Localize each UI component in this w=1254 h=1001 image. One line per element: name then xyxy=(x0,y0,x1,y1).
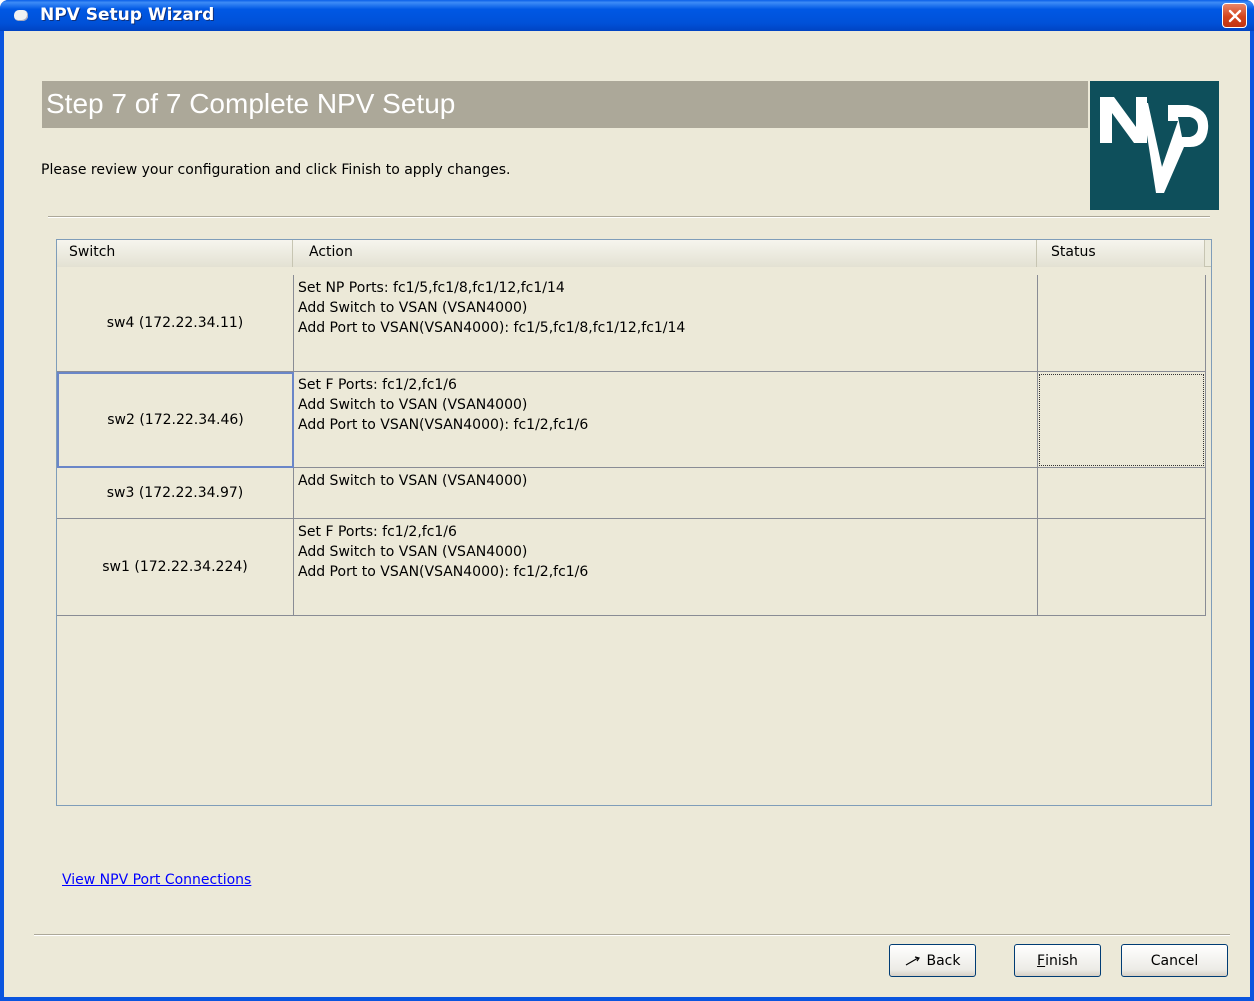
column-header-status[interactable]: Status xyxy=(1037,240,1205,267)
switch-cell[interactable]: sw3 (172.22.34.97) xyxy=(57,468,294,519)
step-banner: Step 7 of 7 Complete NPV Setup xyxy=(42,81,1088,128)
npv-logo xyxy=(1090,81,1219,210)
finish-mnemonic: F xyxy=(1037,952,1046,969)
column-header-switch[interactable]: Switch xyxy=(57,240,293,267)
title-bar[interactable]: NPV Setup Wizard xyxy=(0,0,1254,31)
action-cell[interactable]: Add Switch to VSAN (VSAN4000) xyxy=(294,468,1037,519)
finish-button[interactable]: Finish xyxy=(1014,944,1101,977)
view-npv-port-connections-link[interactable]: View NPV Port Connections xyxy=(62,872,251,888)
app-icon xyxy=(14,10,28,21)
close-icon xyxy=(1228,9,1242,23)
cancel-button-label: Cancel xyxy=(1150,952,1199,969)
action-cell[interactable]: Set NP Ports: fc1/5,fc1/8,fc1/12,fc1/14 … xyxy=(294,275,1037,372)
table-row[interactable]: sw3 (172.22.34.97) Add Switch to VSAN (V… xyxy=(57,468,1207,519)
npv-setup-wizard-window: NPV Setup Wizard Step 7 of 7 Complete NP… xyxy=(0,0,1254,1001)
page-title: Step 7 of 7 Complete NPV Setup xyxy=(46,88,456,119)
action-line: Set F Ports: fc1/2,fc1/6 xyxy=(298,524,457,540)
cancel-button[interactable]: Cancel xyxy=(1121,944,1228,977)
back-button-label: Back xyxy=(926,952,961,969)
back-arrow-icon xyxy=(905,955,920,966)
table-row[interactable]: sw4 (172.22.34.11) Set NP Ports: fc1/5,f… xyxy=(57,275,1207,372)
action-line: Set F Ports: fc1/2,fc1/6 xyxy=(298,377,457,393)
configuration-table[interactable]: Switch Action Status sw4 (172.22.34.11) … xyxy=(56,239,1212,806)
action-line: Add Switch to VSAN (VSAN4000) xyxy=(298,397,528,413)
status-cell[interactable] xyxy=(1037,372,1206,468)
action-line: Add Port to VSAN(VSAN4000): fc1/2,fc1/6 xyxy=(298,564,589,580)
switch-cell[interactable]: sw2 (172.22.34.46) xyxy=(57,372,294,468)
finish-button-label: inish xyxy=(1045,952,1078,969)
window-title: NPV Setup Wizard xyxy=(40,5,215,25)
action-cell[interactable]: Set F Ports: fc1/2,fc1/6 Add Switch to V… xyxy=(294,519,1037,616)
action-line: Add Switch to VSAN (VSAN4000) xyxy=(298,544,528,560)
back-button[interactable]: Back xyxy=(889,944,976,977)
action-line: Set NP Ports: fc1/5,fc1/8,fc1/12,fc1/14 xyxy=(298,280,565,296)
status-cell[interactable] xyxy=(1037,275,1206,372)
header-divider xyxy=(48,216,1210,218)
close-button[interactable] xyxy=(1222,3,1247,28)
action-line: Add Port to VSAN(VSAN4000): fc1/2,fc1/6 xyxy=(298,417,589,433)
footer-divider xyxy=(34,934,1230,936)
action-line: Add Port to VSAN(VSAN4000): fc1/5,fc1/8,… xyxy=(298,320,686,336)
column-header-action[interactable]: Action xyxy=(293,240,1037,267)
action-line: Add Switch to VSAN (VSAN4000) xyxy=(298,473,528,489)
action-line: Add Switch to VSAN (VSAN4000) xyxy=(298,300,528,316)
table-row[interactable]: sw1 (172.22.34.224) Set F Ports: fc1/2,f… xyxy=(57,519,1207,616)
status-cell[interactable] xyxy=(1037,468,1206,519)
instructions-text: Please review your configuration and cli… xyxy=(41,162,511,178)
action-cell[interactable]: Set F Ports: fc1/2,fc1/6 Add Switch to V… xyxy=(294,372,1037,468)
table-row[interactable]: sw2 (172.22.34.46) Set F Ports: fc1/2,fc… xyxy=(57,372,1207,468)
status-cell[interactable] xyxy=(1037,519,1206,616)
table-header: Switch Action Status xyxy=(57,240,1211,267)
wizard-body: Step 7 of 7 Complete NPV Setup Please re… xyxy=(4,31,1250,997)
switch-cell[interactable]: sw4 (172.22.34.11) xyxy=(57,275,294,372)
switch-cell[interactable]: sw1 (172.22.34.224) xyxy=(57,519,294,616)
